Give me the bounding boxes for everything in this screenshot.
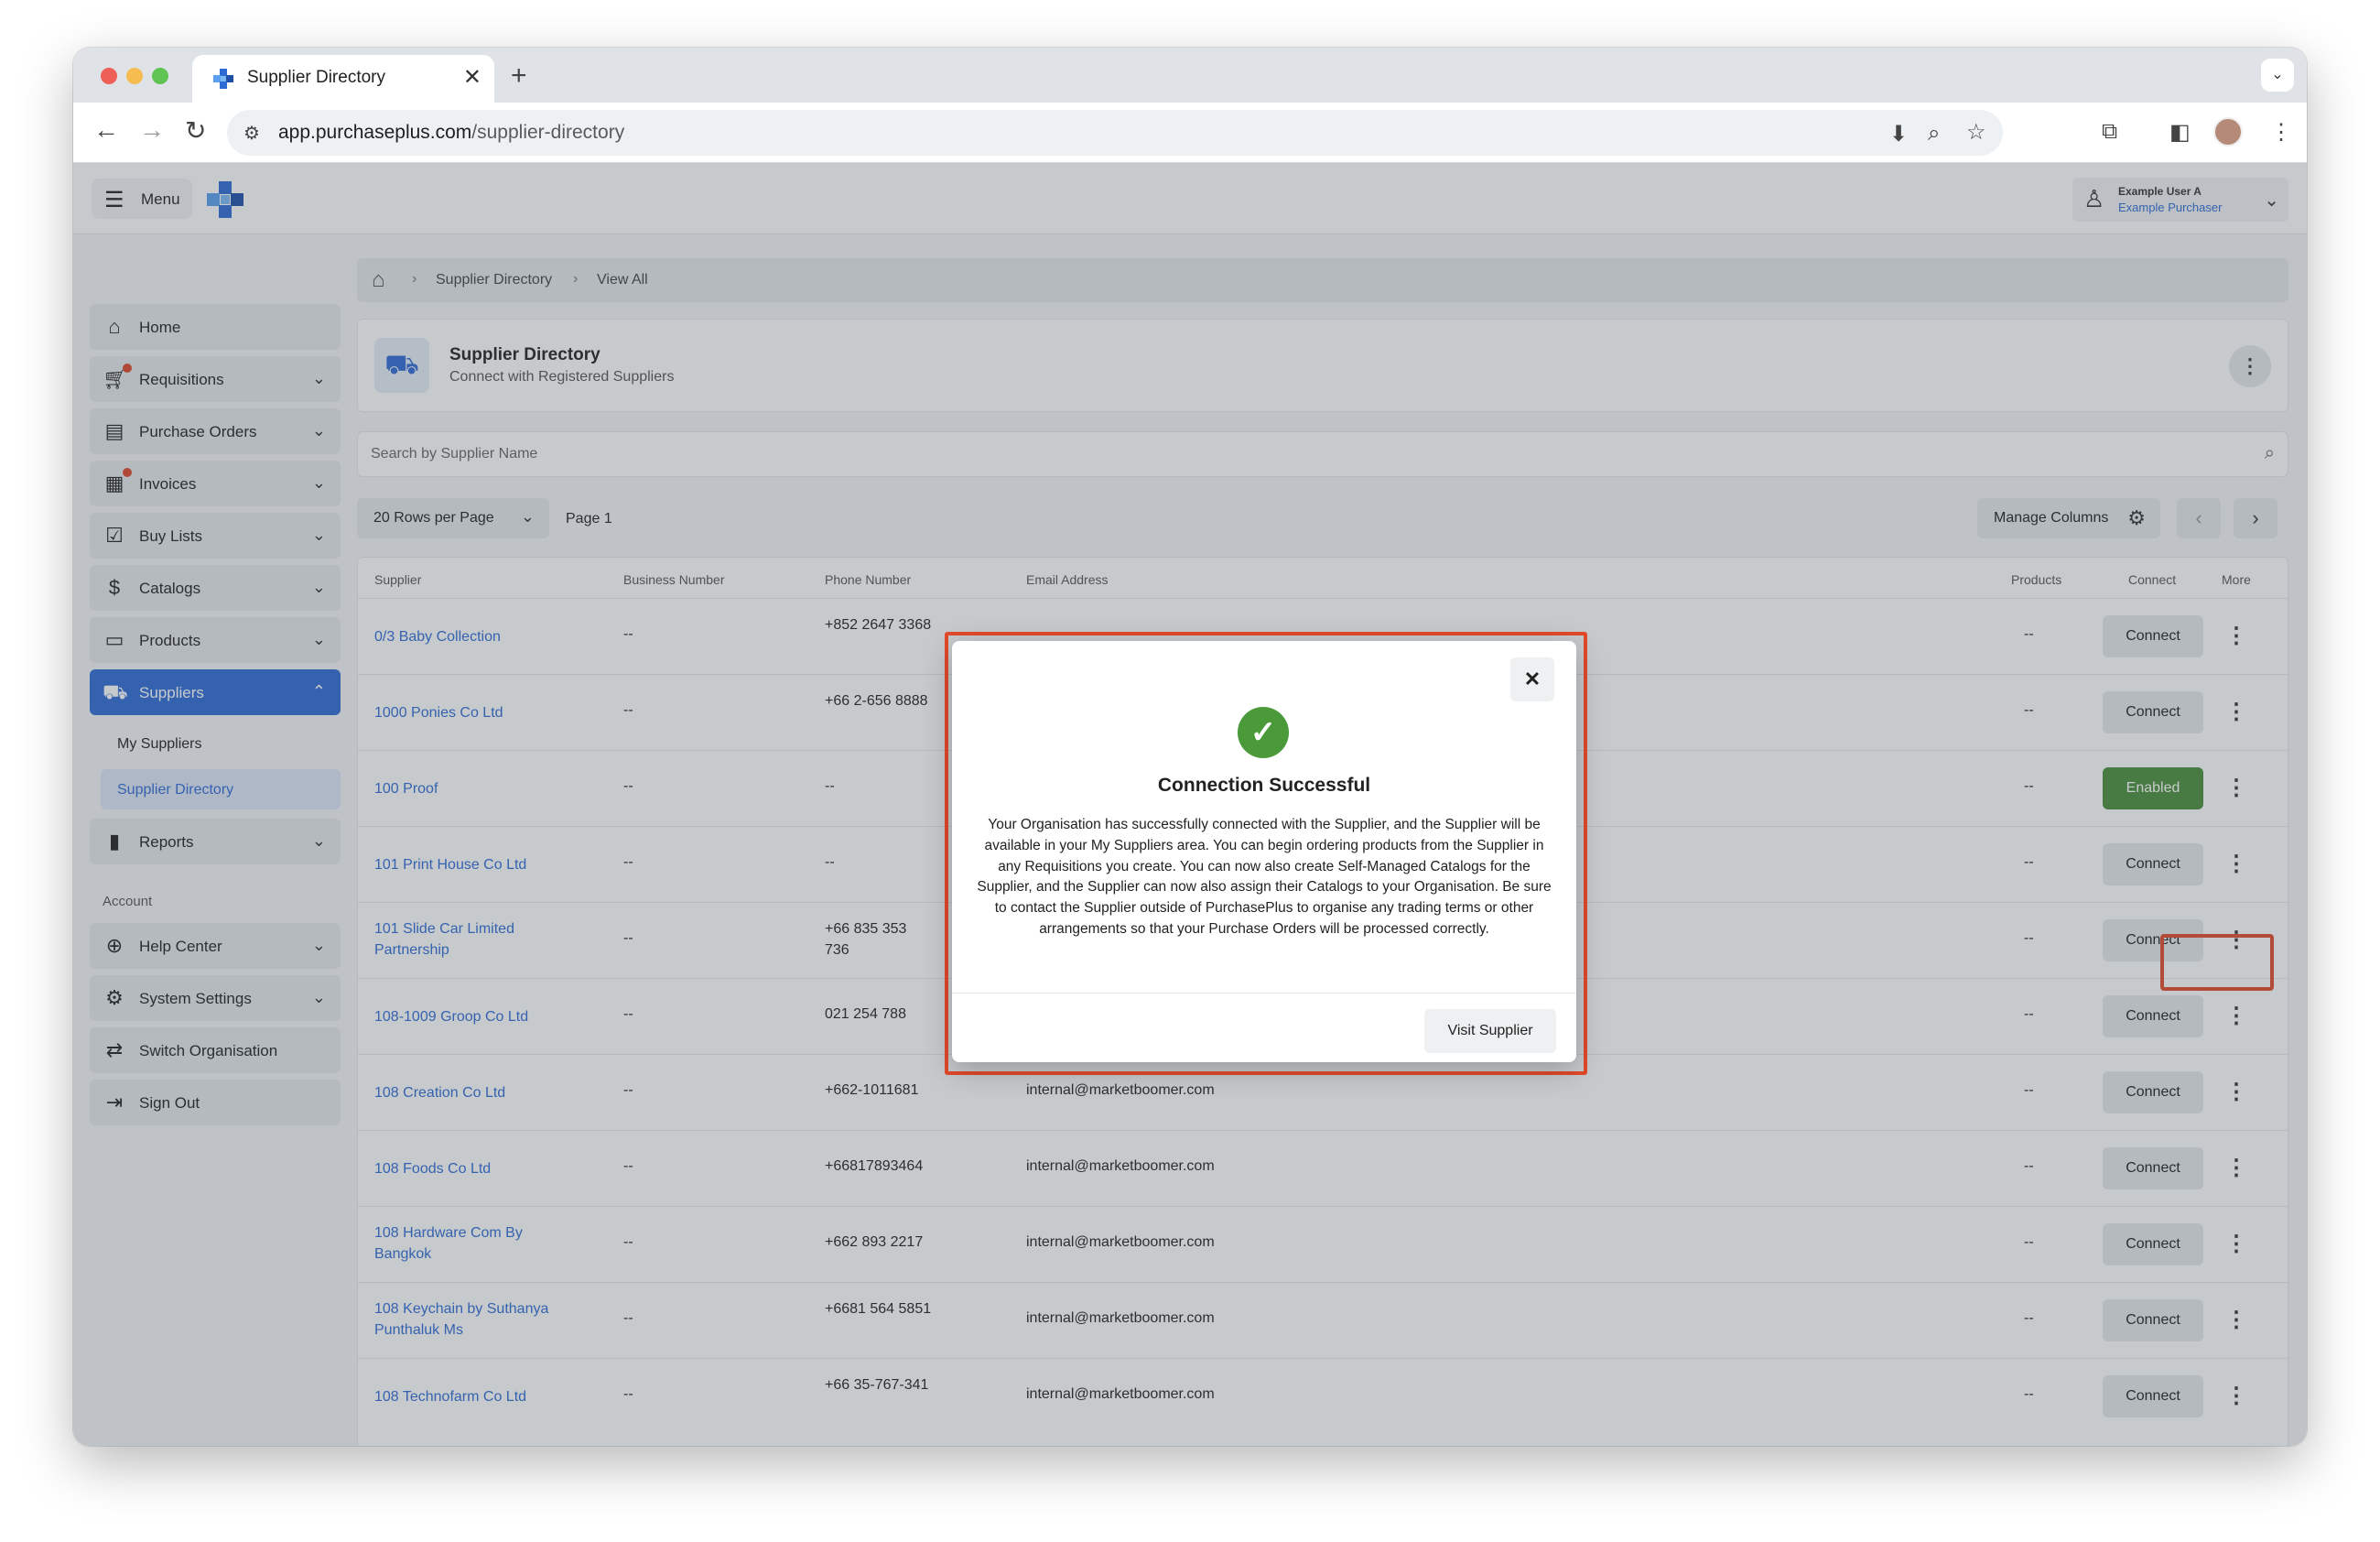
url-text: app.purchaseplus.com/supplier-directory	[278, 122, 625, 143]
close-dialog-button[interactable]: ✕	[1510, 657, 1554, 701]
dialog-message: Your Organisation has successfully conne…	[977, 817, 1552, 937]
close-window-button[interactable]	[101, 68, 117, 84]
dialog-title: Connection Successful	[1157, 775, 1371, 796]
profile-avatar[interactable]	[2213, 117, 2243, 147]
reload-icon[interactable]: ↻	[185, 115, 206, 146]
address-bar: ← → ↻ ⚙ app.purchaseplus.com/supplier-di…	[73, 103, 2307, 163]
url-field[interactable]: ⚙ app.purchaseplus.com/supplier-director…	[227, 110, 2003, 156]
success-check-icon: ✓	[1238, 707, 1289, 758]
connection-successful-dialog: ✕ ✓ Connection Successful Your Organisat…	[952, 641, 1576, 1062]
bookmark-star-icon[interactable]: ☆	[1966, 119, 1986, 146]
zoom-icon[interactable]: ⌕	[1928, 121, 1940, 147]
visit-supplier-button[interactable]: Visit Supplier	[1424, 1009, 1556, 1053]
new-tab-button[interactable]: +	[511, 60, 527, 92]
tab-close-icon[interactable]: ✕	[463, 64, 481, 91]
tab-search-button[interactable]: ⌄	[2261, 59, 2294, 92]
forward-icon[interactable]: →	[139, 115, 165, 145]
tab-title: Supplier Directory	[247, 68, 385, 87]
side-panel-icon[interactable]: ◧	[2169, 119, 2191, 146]
browser-tab[interactable]: Supplier Directory ✕	[192, 55, 494, 103]
dialog-divider	[952, 993, 1576, 994]
zoom-window-button[interactable]	[152, 68, 168, 84]
minimize-window-button[interactable]	[126, 68, 143, 84]
purchaseplus-favicon-icon	[213, 69, 233, 89]
back-icon[interactable]: ←	[93, 115, 119, 145]
tab-strip: Supplier Directory ✕ + ⌄	[73, 48, 2307, 103]
install-app-icon[interactable]: ⬇	[1889, 121, 1908, 147]
browser-window: Supplier Directory ✕ + ⌄ ← → ↻ ⚙ app.pur…	[73, 48, 2307, 1446]
extensions-icon[interactable]: ⧉	[2102, 119, 2117, 145]
browser-menu-icon[interactable]: ⋮	[2270, 119, 2292, 146]
site-settings-icon[interactable]: ⚙	[243, 122, 260, 145]
